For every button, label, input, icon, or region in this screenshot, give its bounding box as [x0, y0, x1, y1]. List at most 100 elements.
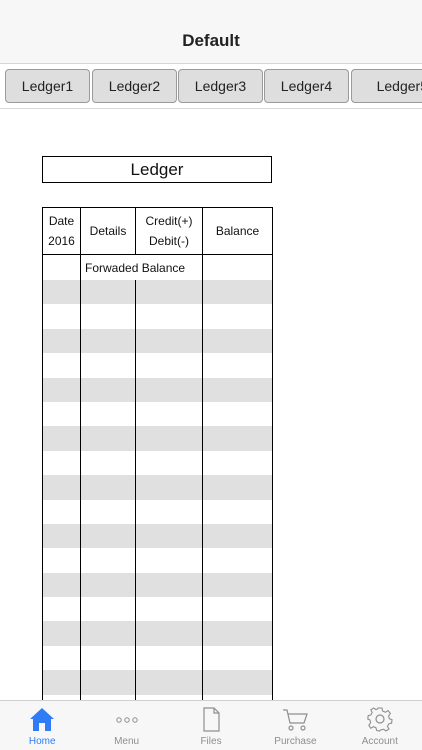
table-row[interactable] [42, 475, 273, 500]
table-cell[interactable] [42, 523, 81, 549]
table-cell[interactable] [42, 572, 81, 598]
table-row[interactable] [42, 377, 273, 402]
table-cell[interactable] [80, 304, 136, 329]
table-cell[interactable] [202, 645, 273, 671]
table-row[interactable] [42, 304, 273, 329]
table-row[interactable]: Forwaded Balance [42, 254, 273, 280]
table-cell[interactable] [135, 621, 203, 646]
table-cell[interactable] [135, 597, 203, 622]
tab-menu[interactable]: Menu [84, 701, 168, 750]
table-cell[interactable] [202, 377, 273, 402]
table-cell[interactable] [80, 426, 136, 451]
table-cell[interactable] [80, 645, 136, 671]
table-cell[interactable] [80, 670, 136, 695]
table-cell[interactable] [202, 353, 273, 378]
table-cell[interactable] [42, 621, 81, 646]
table-cell[interactable] [135, 353, 203, 378]
table-cell[interactable] [202, 304, 273, 329]
table-cell[interactable] [135, 670, 203, 695]
table-cell[interactable] [135, 572, 203, 598]
table-cell[interactable] [42, 377, 81, 402]
table-cell[interactable] [202, 523, 273, 549]
table-cell[interactable] [42, 670, 81, 695]
page-title: Default [182, 31, 240, 50]
table-cell[interactable] [135, 280, 203, 305]
table-cell[interactable] [202, 450, 273, 476]
table-cell[interactable] [80, 523, 136, 549]
tab-purchase[interactable]: Purchase [253, 701, 337, 750]
table-cell[interactable] [202, 597, 273, 622]
table-cell[interactable] [135, 499, 203, 524]
table-cell[interactable] [80, 401, 136, 427]
table-cell[interactable] [202, 621, 273, 646]
table-cell[interactable] [202, 401, 273, 427]
table-row[interactable] [42, 597, 273, 622]
table-cell[interactable] [80, 548, 136, 573]
table-row[interactable] [42, 499, 273, 524]
table-cell[interactable] [202, 499, 273, 524]
table-cell[interactable] [80, 280, 136, 305]
table-row[interactable] [42, 670, 273, 695]
table-cell[interactable] [80, 621, 136, 646]
table-row[interactable] [42, 280, 273, 305]
table-cell[interactable] [202, 426, 273, 451]
table-cell[interactable] [135, 450, 203, 476]
tab-ledger4[interactable]: Ledger4 [264, 69, 349, 103]
table-row[interactable] [42, 450, 273, 476]
tab-home[interactable]: Home [0, 701, 84, 750]
table-cell[interactable] [42, 353, 81, 378]
table-cell[interactable] [42, 401, 81, 427]
table-cell[interactable] [202, 280, 273, 305]
table-cell[interactable] [135, 304, 203, 329]
tab-account[interactable]: Account [338, 701, 422, 750]
tab-ledger2[interactable]: Ledger2 [92, 69, 177, 103]
table-cell[interactable] [135, 328, 203, 354]
table-row[interactable] [42, 645, 273, 671]
table-cell[interactable] [42, 426, 81, 451]
table-cell[interactable] [135, 475, 203, 500]
table-row[interactable] [42, 353, 273, 378]
table-cell[interactable] [80, 377, 136, 402]
ledger-tab-strip[interactable]: Ledger1 Ledger2 Ledger3 Ledger4 Ledger5 [0, 65, 422, 109]
table-cell[interactable] [135, 426, 203, 451]
table-cell[interactable] [42, 450, 81, 476]
table-cell[interactable] [42, 499, 81, 524]
table-row[interactable] [42, 523, 273, 549]
table-cell[interactable] [202, 572, 273, 598]
table-cell[interactable] [202, 670, 273, 695]
table-cell[interactable] [135, 377, 203, 402]
tab-ledger3[interactable]: Ledger3 [178, 69, 263, 103]
table-cell[interactable] [42, 280, 81, 305]
table-cell[interactable] [42, 645, 81, 671]
table-cell[interactable] [135, 401, 203, 427]
table-row[interactable] [42, 621, 273, 646]
table-cell[interactable] [202, 475, 273, 500]
table-cell[interactable] [42, 597, 81, 622]
table-cell[interactable] [80, 475, 136, 500]
table-cell[interactable] [80, 597, 136, 622]
table-row[interactable] [42, 548, 273, 573]
table-cell[interactable] [202, 254, 273, 280]
table-cell[interactable] [80, 328, 136, 354]
table-cell[interactable] [135, 548, 203, 573]
table-cell[interactable] [135, 645, 203, 671]
table-cell[interactable] [202, 328, 273, 354]
table-row[interactable] [42, 572, 273, 598]
tab-files[interactable]: Files [169, 701, 253, 750]
tab-ledger5[interactable]: Ledger5 [351, 69, 422, 103]
table-cell[interactable] [42, 304, 81, 329]
table-row[interactable] [42, 328, 273, 354]
tab-ledger1[interactable]: Ledger1 [5, 69, 90, 103]
table-cell[interactable] [80, 450, 136, 476]
table-cell[interactable] [80, 353, 136, 378]
table-row[interactable] [42, 426, 273, 451]
table-cell[interactable] [135, 523, 203, 549]
table-cell[interactable] [42, 548, 81, 573]
table-cell[interactable] [80, 572, 136, 598]
table-cell[interactable] [80, 499, 136, 524]
table-cell[interactable] [42, 254, 81, 280]
table-cell[interactable] [42, 475, 81, 500]
table-cell[interactable] [202, 548, 273, 573]
table-cell[interactable] [42, 328, 81, 354]
table-row[interactable] [42, 401, 273, 427]
